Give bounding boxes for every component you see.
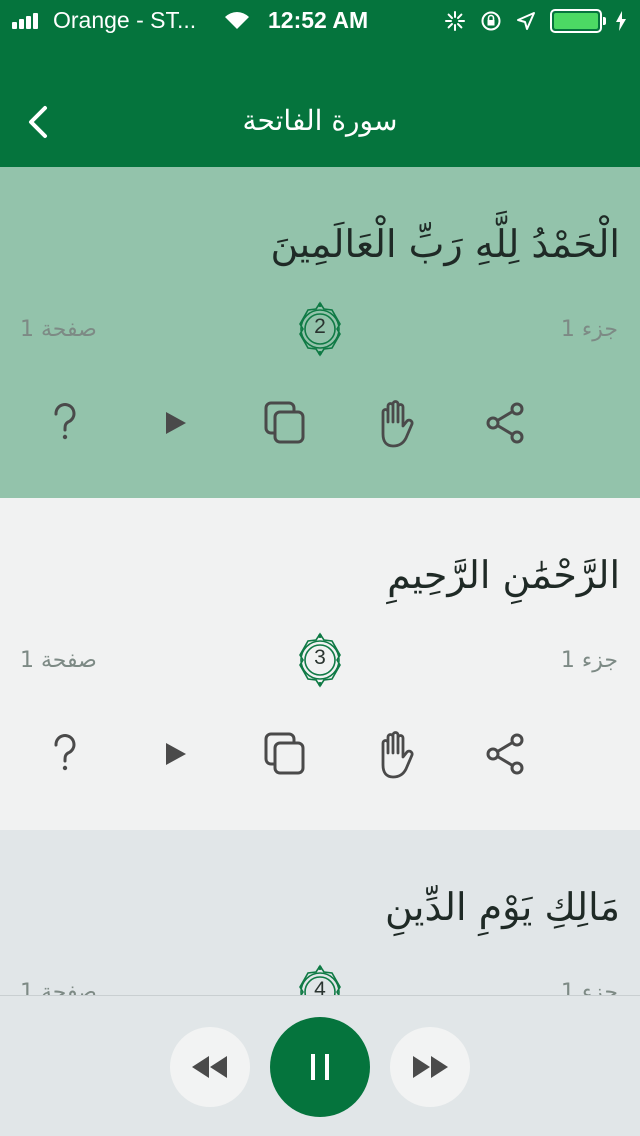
question-icon[interactable] [33, 395, 97, 451]
juz-label: جزء 1 [560, 317, 618, 342]
ayah-number: 3 [314, 646, 326, 669]
ayah-text: الرَّحْمَٰنِ الرَّحِيمِ [387, 553, 620, 597]
copy-icon[interactable] [253, 395, 317, 451]
question-icon[interactable] [33, 726, 97, 782]
signal-icon [12, 11, 46, 29]
ayah-number-badge: 2 [294, 299, 346, 359]
audio-player [0, 995, 640, 1136]
status-bar: Orange - ST... 12:52 AM [0, 0, 640, 40]
carrier-label: Orange - ST... [53, 7, 197, 33]
juz-label: جزء 1 [560, 648, 618, 673]
rewind-button[interactable] [170, 1027, 250, 1107]
page-title: سورة الفاتحة [242, 104, 398, 137]
page-label: صفحة 1 [20, 317, 97, 342]
status-time: 12:52 AM [268, 7, 369, 33]
rewind-icon [192, 1056, 227, 1078]
charging-icon [616, 11, 626, 31]
ayah-number-badge: 3 [294, 630, 346, 690]
app-header: Orange - ST... 12:52 AM سورة الفاتحة [0, 0, 640, 167]
share-icon[interactable] [473, 726, 537, 782]
share-icon[interactable] [473, 395, 537, 451]
activity-icon [445, 11, 465, 31]
wifi-icon [225, 12, 249, 29]
ayah-card[interactable]: الْحَمْدُ لِلَّهِ رَبِّ الْعَالَمِينَ صف… [0, 167, 640, 498]
ayah-card[interactable]: الرَّحْمَٰنِ الرَّحِيمِ صفحة 1 3 جزء 1 [0, 498, 640, 830]
copy-icon[interactable] [253, 726, 317, 782]
status-icons [444, 8, 626, 34]
battery-icon [550, 9, 606, 33]
pause-icon [311, 1054, 329, 1080]
ayah-actions [0, 395, 640, 451]
play-icon[interactable] [143, 395, 207, 451]
fast-forward-icon [413, 1056, 448, 1078]
fast-forward-button[interactable] [390, 1027, 470, 1107]
hand-icon[interactable] [363, 395, 427, 451]
location-icon [517, 12, 535, 30]
ayah-text: الْحَمْدُ لِلَّهِ رَبِّ الْعَالَمِينَ [270, 222, 620, 266]
ayah-actions [0, 726, 640, 782]
pause-button[interactable] [270, 1017, 370, 1117]
page-label: صفحة 1 [20, 648, 97, 673]
ayah-number: 2 [314, 315, 326, 338]
play-icon[interactable] [143, 726, 207, 782]
rotation-lock-icon [481, 11, 501, 31]
ayah-text: مَالِكِ يَوْمِ الدِّينِ [384, 885, 620, 929]
hand-icon[interactable] [363, 726, 427, 782]
